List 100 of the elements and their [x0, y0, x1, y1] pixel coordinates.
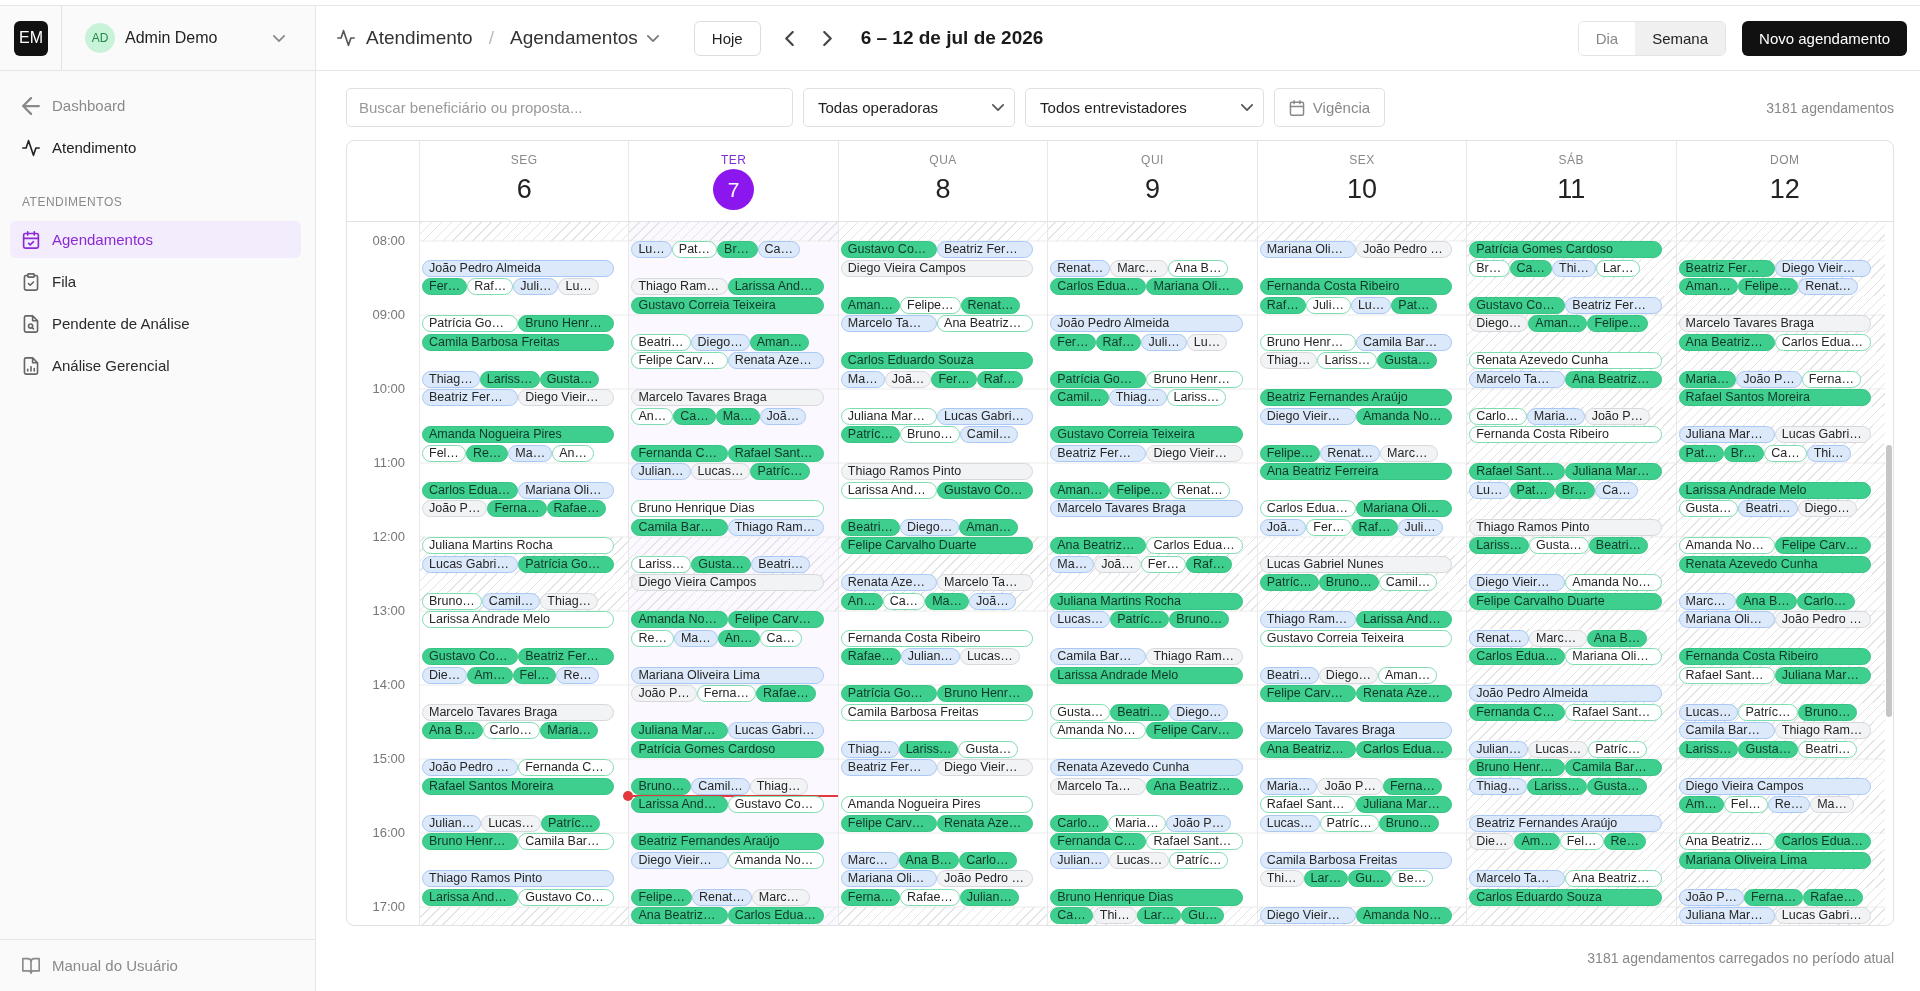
appointment-chip[interactable]: Julian…	[631, 463, 691, 481]
appointment-chip[interactable]: Carlos Edua…	[1146, 537, 1243, 555]
appointment-chip[interactable]: João P…	[1165, 814, 1232, 832]
appointment-chip[interactable]: Lar…	[1136, 907, 1182, 925]
appointment-chip[interactable]: Ana Beatriz…	[1678, 833, 1775, 851]
appointment-chip[interactable]: Lar…	[1595, 259, 1641, 277]
appointment-chip[interactable]: Re…	[556, 666, 599, 684]
appointment-chip[interactable]: Thiago Ram…	[1146, 648, 1243, 666]
filter-dropdown[interactable]: Todas operadoras	[803, 88, 1016, 127]
appointment-chip[interactable]: Felipe…	[631, 888, 692, 906]
appointment-chip[interactable]: Lucas Gabri…	[937, 407, 1034, 425]
appointment-chip[interactable]: Aman…	[1378, 666, 1438, 684]
appointment-chip[interactable]: Pat…	[671, 241, 718, 259]
appointment-chip[interactable]: An…	[840, 592, 883, 610]
appointment-chip[interactable]: Ca…	[1764, 444, 1807, 462]
appointment-chip[interactable]: Patríc…	[1259, 574, 1319, 592]
appointment-chip[interactable]: Die…	[1469, 833, 1515, 851]
appointment-chip[interactable]: Felipe Carv…	[1146, 722, 1243, 740]
appointment-chip[interactable]: Re…	[1603, 833, 1646, 851]
sidebar-item[interactable]: Pendente de Análise	[10, 305, 301, 342]
appointment-chip[interactable]: Camila Barbosa Freitas	[1259, 851, 1453, 869]
appointment-chip[interactable]: Am…	[467, 666, 513, 684]
appointment-chip[interactable]: João P…	[1678, 888, 1744, 906]
appointment-chip[interactable]: Juliana Mar…	[631, 722, 728, 740]
appointment-chip[interactable]: Lu…	[558, 278, 599, 296]
appointment-chip[interactable]: Bruno Henrique Dias	[631, 500, 824, 518]
appointment-chip[interactable]: Diego Vieira Campos	[1678, 777, 1871, 795]
appointment-chip[interactable]: Bruno Henr…	[937, 685, 1034, 703]
appointment-chip[interactable]: Br…	[1469, 259, 1510, 277]
sidebar-item[interactable]: Fila	[10, 263, 301, 300]
appointment-chip[interactable]: Marcelo Tavares Braga	[422, 703, 615, 721]
sidebar-item[interactable]: Agendamentos	[10, 221, 301, 258]
appointment-chip[interactable]: Carlos Eduardo Souza	[840, 352, 1034, 370]
appointment-chip[interactable]: Fernanda Costa Ribeiro	[1259, 278, 1453, 296]
appointment-chip[interactable]: Joã…	[759, 407, 807, 425]
appointment-chip[interactable]: Marcelo Tavares Braga	[1678, 315, 1871, 333]
appointment-chip[interactable]: Gu…	[1348, 870, 1392, 888]
appointment-chip[interactable]: Aman…	[1678, 278, 1738, 296]
appointment-chip[interactable]: Lariss…	[479, 370, 540, 388]
appointment-chip[interactable]: Carlos Edua…	[422, 481, 519, 499]
appointment-chip[interactable]: Thiago Ramos Pinto	[1469, 518, 1662, 536]
appointment-chip[interactable]: Juli…	[1397, 518, 1443, 536]
appointment-chip[interactable]: Lucas…	[1109, 851, 1170, 869]
appointment-chip[interactable]: Gustavo Co…	[840, 241, 938, 259]
appointment-chip[interactable]: Patríc…	[840, 426, 900, 444]
appointment-chip[interactable]: Rafael Santos Moreira	[422, 777, 615, 795]
appointment-chip[interactable]: Pat…	[1391, 296, 1437, 314]
appointment-chip[interactable]: Felipe Carvalho Duarte	[840, 537, 1034, 555]
appointment-chip[interactable]: Renat…	[1320, 444, 1381, 462]
appointment-chip[interactable]: Thiag…	[749, 777, 808, 795]
appointment-chip[interactable]: Patríc…	[1319, 814, 1379, 832]
date-number[interactable]: 8	[935, 169, 951, 210]
appointment-chip[interactable]: Amanda No…	[1050, 722, 1147, 740]
appointment-chip[interactable]: Ma…	[1810, 796, 1855, 814]
appointment-chip[interactable]: Diego Vieira Campos	[840, 259, 1034, 277]
appointment-chip[interactable]: Bruno Henr…	[422, 833, 519, 851]
appointment-chip[interactable]: João P…	[422, 500, 488, 518]
period-button[interactable]: Vigência	[1273, 88, 1386, 127]
appointment-chip[interactable]: Marcelo Ta…	[1469, 370, 1566, 388]
appointment-chip[interactable]: Lucas…	[1050, 611, 1111, 629]
appointment-chip[interactable]: Patríc…	[1588, 740, 1648, 758]
appointment-chip[interactable]: Beatri…	[631, 333, 691, 351]
appointment-chip[interactable]: João Pedro …	[937, 870, 1034, 888]
appointment-chip[interactable]: Marcelo Ta…	[937, 574, 1034, 592]
appointment-chip[interactable]: Ana B…	[1736, 592, 1797, 610]
new-appointment-button[interactable]: Novo agendamento	[1742, 20, 1907, 56]
appointment-chip[interactable]: Beatriz Fer…	[840, 759, 938, 777]
appointment-chip[interactable]: Pat…	[1509, 481, 1555, 499]
appointment-chip[interactable]: Renat…	[960, 296, 1021, 314]
appointment-chip[interactable]: Pat…	[1678, 444, 1724, 462]
appointment-chip[interactable]: Felipe…	[1737, 278, 1799, 296]
appointment-chip[interactable]: Juliana Mar…	[840, 407, 938, 425]
appointment-chip[interactable]: João P…	[1584, 407, 1651, 425]
appointment-chip[interactable]: Aman…	[959, 518, 1019, 536]
appointment-chip[interactable]: Renata Aze…	[937, 814, 1034, 832]
appointment-chip[interactable]: Camila Barbosa Freitas	[422, 333, 615, 351]
search-field[interactable]: Buscar beneficiário ou proposta...	[346, 88, 793, 127]
appointment-chip[interactable]: Carlos Edua…	[1259, 500, 1356, 518]
appointment-chip[interactable]: Julian…	[959, 888, 1020, 906]
appointment-chip[interactable]: Camil…	[481, 592, 541, 610]
appointment-chip[interactable]: Renat…	[1170, 481, 1230, 499]
appointment-chip[interactable]: Br…	[1554, 481, 1596, 499]
appointment-chip[interactable]: Gusta…	[1529, 537, 1589, 555]
appointment-chip[interactable]: João Pedro …	[1355, 241, 1453, 259]
appointment-chip[interactable]: Ana Beatriz…	[1050, 537, 1147, 555]
appointment-chip[interactable]: Larissa Andrade Melo	[1678, 481, 1871, 499]
appointment-chip[interactable]: Amanda No…	[1565, 574, 1662, 592]
appointment-chip[interactable]: Ma…	[1050, 555, 1095, 573]
appointment-chip[interactable]: Ana B…	[422, 722, 483, 740]
appointment-chip[interactable]: An…	[552, 444, 595, 462]
appointment-chip[interactable]: Mariana Oli…	[840, 870, 938, 888]
appointment-chip[interactable]: Amanda Nogueira Pires	[422, 426, 615, 444]
appointment-chip[interactable]: Ca…	[1050, 907, 1093, 925]
appointment-chip[interactable]: Mariana Oli…	[1146, 278, 1243, 296]
appointment-chip[interactable]: Thiago Ram…	[1774, 722, 1871, 740]
appointment-chip[interactable]: Mariana Oliveira Lima	[631, 666, 824, 684]
appointment-chip[interactable]: Renata Azevedo Cunha	[1050, 759, 1243, 777]
appointment-chip[interactable]: Ana Beatriz Ferreira	[1259, 463, 1453, 481]
appointment-chip[interactable]: Marc…	[1380, 444, 1438, 462]
appointment-chip[interactable]: Bruno…	[900, 426, 960, 444]
